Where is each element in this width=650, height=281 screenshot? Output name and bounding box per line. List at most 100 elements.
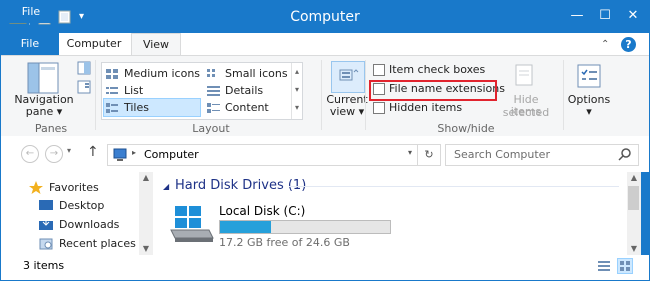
scrollbar-thumb[interactable]: [628, 186, 639, 210]
navigation-pane: Favorites Desktop Downloads Recent place…: [1, 172, 153, 255]
address-path[interactable]: Computer: [144, 148, 199, 161]
status-bar: 3 items: [1, 255, 649, 280]
address-bar[interactable]: ▸ Computer ▾ ↻: [107, 144, 441, 166]
scroll-down-icon[interactable]: ▼: [139, 243, 153, 255]
small-icons-icon: [207, 68, 220, 79]
group-separator: [321, 60, 322, 130]
checkbox-box[interactable]: [373, 102, 385, 114]
layout-small-icons-label: Small icons: [225, 67, 288, 80]
layout-content-label: Content: [225, 101, 269, 114]
title-bar: ▾ Computer — ☐ ✕: [1, 1, 649, 33]
item-check-boxes-checkbox[interactable]: Item check boxes: [371, 62, 519, 78]
search-box[interactable]: Search Computer: [445, 144, 639, 166]
window-title: Computer: [290, 9, 360, 25]
layout-list-label: List: [124, 84, 144, 97]
maximize-button[interactable]: ☐: [595, 7, 615, 25]
nav-recent-places-label: Recent places: [59, 237, 136, 250]
group-separator: [563, 60, 564, 130]
hidden-items-label: Hidden items: [389, 101, 463, 114]
details-view-icon[interactable]: [597, 259, 611, 276]
tab-file[interactable]: File: [5, 1, 57, 23]
tab-view[interactable]: View: [131, 33, 181, 56]
nav-desktop-label: Desktop: [59, 199, 105, 212]
scroll-up-icon[interactable]: ▲: [139, 172, 153, 184]
recent-locations-icon[interactable]: ▾: [67, 146, 71, 155]
preview-pane-icon[interactable]: [77, 61, 91, 78]
downloads-icon: [39, 218, 53, 231]
content-scrollbar[interactable]: ▲ ▼: [627, 172, 641, 255]
group-separator: [95, 60, 96, 130]
details-pane-icon[interactable]: [77, 80, 91, 97]
search-icon[interactable]: [618, 147, 632, 164]
nav-downloads[interactable]: Downloads: [39, 216, 119, 234]
options-icon[interactable]: [575, 62, 603, 93]
nav-pane-scrollbar[interactable]: ▲ ▼: [139, 172, 153, 255]
hide-selected-items-label-2: items: [510, 105, 542, 118]
navigation-pane-icon[interactable]: [27, 62, 59, 97]
collapse-group-icon[interactable]: ◢: [163, 182, 169, 191]
layout-list[interactable]: List: [104, 82, 204, 99]
layout-medium-icons[interactable]: Medium icons: [104, 65, 204, 82]
navigation-pane-label-text: pane: [25, 105, 54, 118]
nav-favorites[interactable]: Favorites: [29, 179, 99, 197]
ribbon: Navigation pane ▾ Panes Medium icons Sma…: [1, 55, 649, 137]
group-divider: [289, 186, 619, 187]
layout-content[interactable]: Content: [205, 99, 295, 116]
hard-drive-icon: [169, 204, 215, 247]
navigation-pane-label-2[interactable]: pane ▾: [11, 105, 77, 118]
computer-icon: [112, 147, 128, 166]
nav-recent-places[interactable]: Recent places: [39, 235, 136, 253]
navigation-bar: ← → ▾ ↑ ▸ Computer ▾ ↻ Search Computer: [1, 136, 649, 172]
details-icon: [207, 85, 220, 96]
address-dropdown-icon[interactable]: ▾: [408, 148, 412, 157]
current-view-label-text: view: [329, 105, 356, 118]
drive-tile[interactable]: Local Disk (C:) 17.2 GB free of 24.6 GB: [169, 202, 399, 252]
item-check-boxes-label: Item check boxes: [389, 63, 486, 76]
star-icon: [29, 181, 43, 194]
tab-file-bg[interactable]: File: [1, 33, 59, 55]
drive-usage-fill: [220, 221, 271, 233]
tiles-icon: [106, 102, 119, 113]
nav-desktop[interactable]: Desktop: [39, 197, 104, 215]
explorer-window: ▾ Computer — ☐ ✕ File Computer View File…: [0, 0, 650, 281]
minimize-button[interactable]: —: [567, 7, 587, 25]
options-dropdown-icon[interactable]: ▾: [565, 105, 613, 118]
drive-usage-bar: [219, 220, 391, 234]
search-placeholder: Search Computer: [454, 148, 550, 161]
highlight-box: [369, 80, 497, 101]
breadcrumb-arrow-icon[interactable]: ▸: [132, 148, 136, 157]
drive-name: Local Disk (C:): [219, 204, 306, 218]
current-view-icon[interactable]: [331, 61, 365, 93]
drive-free-space: 17.2 GB free of 24.6 GB: [219, 236, 350, 249]
layout-gallery: Medium icons Small icons List Details Ti…: [101, 62, 303, 120]
layout-details-label: Details: [225, 84, 264, 97]
scroll-up-icon[interactable]: ▲: [627, 172, 641, 184]
current-view-label-2[interactable]: view ▾: [325, 105, 369, 118]
tab-computer[interactable]: Computer: [59, 33, 129, 55]
file-list: ◢ Hard Disk Drives (1) Local Disk (C:) 1…: [153, 172, 627, 255]
large-icons-view-icon[interactable]: [617, 258, 633, 274]
layout-tiles-label: Tiles: [124, 101, 149, 114]
layout-details[interactable]: Details: [205, 82, 295, 99]
scroll-down-icon[interactable]: ▼: [627, 243, 641, 255]
refresh-icon[interactable]: ↻: [417, 145, 440, 165]
close-button[interactable]: ✕: [623, 7, 643, 25]
layout-small-icons[interactable]: Small icons: [205, 65, 295, 82]
up-icon[interactable]: ↑: [87, 144, 99, 160]
layout-gallery-scroll[interactable]: ▴ ▾ ▾: [291, 63, 302, 119]
forward-icon[interactable]: →: [45, 145, 63, 163]
panes-group-label: Panes: [34, 122, 68, 135]
content-icon: [207, 102, 220, 113]
group-separator: [365, 60, 366, 130]
show-hide-group-label: Show/hide: [437, 122, 495, 135]
checkbox-box[interactable]: [373, 64, 385, 76]
minimize-ribbon-icon[interactable]: ⌃: [601, 39, 613, 51]
back-icon[interactable]: ←: [21, 145, 39, 163]
hide-selected-items-icon: [513, 63, 537, 92]
group-header[interactable]: Hard Disk Drives (1): [175, 178, 306, 193]
recent-places-icon: [39, 237, 53, 250]
list-icon: [106, 85, 119, 96]
nav-downloads-label: Downloads: [59, 218, 120, 231]
help-icon[interactable]: ?: [621, 37, 636, 52]
layout-tiles[interactable]: Tiles: [103, 98, 201, 117]
